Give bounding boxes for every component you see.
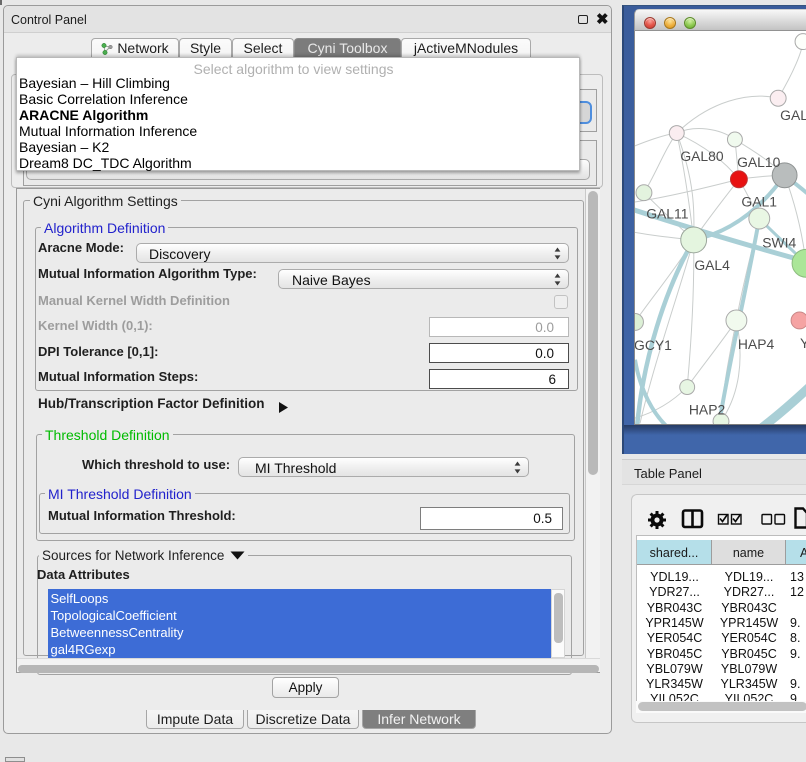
svg-text:GAL10: GAL10 — [737, 154, 781, 170]
svg-text:HAP4: HAP4 — [738, 336, 775, 352]
svg-text:GCY1: GCY1 — [634, 337, 672, 353]
svg-text:GAL1: GAL1 — [741, 194, 777, 210]
svg-text:GAL: GAL — [780, 107, 806, 123]
svg-text:SWI4: SWI4 — [762, 234, 796, 250]
svg-text:HAP2: HAP2 — [689, 401, 726, 417]
svg-text:GAL4: GAL4 — [694, 257, 730, 273]
svg-text:Y: Y — [800, 335, 806, 351]
svg-text:GAL11: GAL11 — [646, 206, 689, 222]
svg-text:GAL80: GAL80 — [680, 148, 724, 164]
